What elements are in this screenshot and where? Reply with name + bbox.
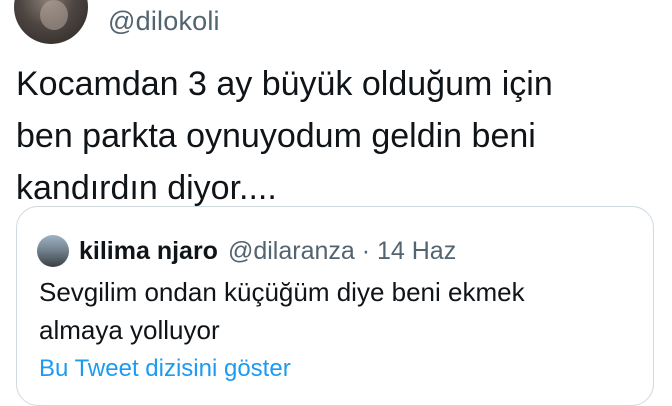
show-thread-link[interactable]: Bu Tweet dizisini göster (39, 355, 291, 383)
user-handle[interactable]: @dilokoli (108, 6, 220, 37)
tweet-text-line: ben parkta oynuyodum geldin beni (16, 117, 536, 155)
user-avatar[interactable] (14, 0, 88, 44)
quoted-tweet-header: kilima njaro @dilaranza · 14 Haz (37, 231, 456, 271)
tweet-text: Kocamdan 3 ay büyük olduğum için ben par… (16, 58, 656, 214)
quoted-tweet-text: Sevgilim ondan küçüğüm diye beni ekmek a… (39, 273, 639, 349)
tweet-text-line: Kocamdan 3 ay büyük olduğum için (16, 65, 553, 103)
quoted-user-meta: @dilaranza · 14 Haz (227, 236, 457, 265)
quoted-user-avatar (37, 235, 69, 267)
quoted-user-name: kilima njaro (79, 236, 218, 265)
quoted-text-line: Sevgilim ondan küçüğüm diye beni ekmek (39, 277, 525, 307)
quoted-tweet-card[interactable]: kilima njaro @dilaranza · 14 Haz Sevgili… (16, 206, 654, 406)
quoted-text-line: almaya yolluyor (39, 315, 220, 345)
